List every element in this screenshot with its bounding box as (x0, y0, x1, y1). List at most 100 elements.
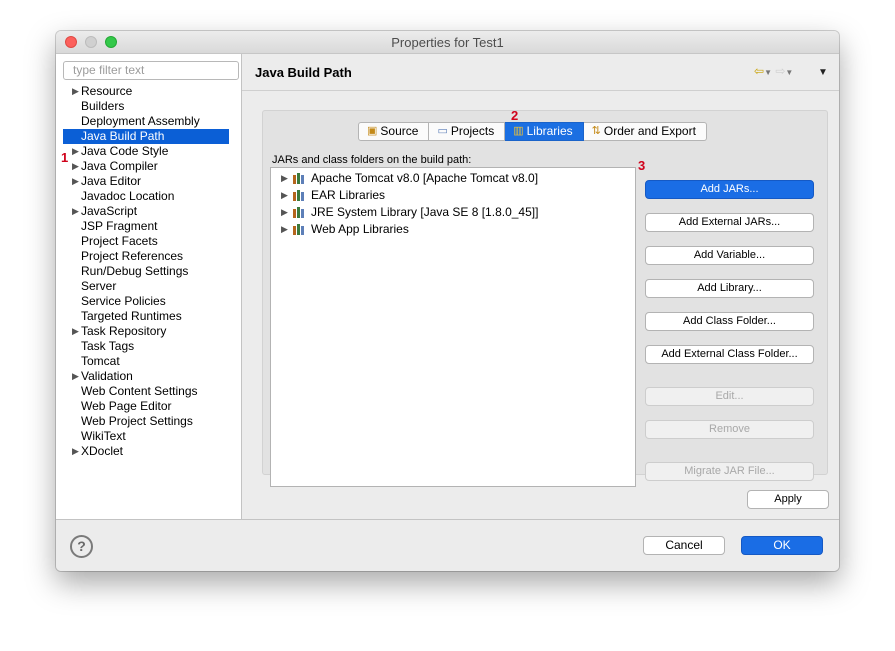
library-label: JRE System Library [Java SE 8 [1.8.0_45]… (311, 205, 539, 219)
ok-button[interactable]: OK (741, 536, 823, 555)
help-icon[interactable]: ? (70, 535, 93, 558)
annotation-step-3: 3 (638, 158, 646, 173)
add-external-class-folder-button[interactable]: Add External Class Folder... (645, 345, 814, 364)
apply-button[interactable]: Apply (747, 490, 829, 509)
expand-triangle-icon[interactable]: ▶ (281, 204, 289, 221)
sidebar-item[interactable]: Task Tags (56, 339, 241, 354)
sidebar-item-label: WikiText (81, 429, 126, 443)
add-jars-button[interactable]: Add JARs... (645, 180, 814, 199)
tab-source[interactable]: ▣ Source (358, 122, 430, 141)
source-folder-icon: ▣ (367, 125, 378, 137)
sidebar-item[interactable]: ▶ XDoclet (56, 444, 241, 459)
property-page-content: Java Build Path ⇦▼ ⇨▼ ▼ 2 ▣ Source ▭ Pro… (242, 54, 839, 519)
window-title: Properties for Test1 (391, 35, 504, 50)
back-arrow-icon[interactable]: ⇦ (754, 64, 764, 78)
sidebar-item[interactable]: Javadoc Location (56, 189, 241, 204)
edit-button[interactable]: Edit... (645, 387, 814, 406)
property-pages-tree: ▶ Resource Builders Deployment Assembly Java… (56, 84, 241, 459)
expand-triangle-icon[interactable]: ▶ (72, 369, 79, 384)
add-library-button[interactable]: Add Library... (645, 279, 814, 298)
tab-projects[interactable]: ▭ Projects (429, 122, 506, 141)
expand-triangle-icon[interactable]: ▶ (72, 144, 79, 159)
sidebar-item[interactable]: ▶ Task Repository (56, 324, 241, 339)
sidebar-item-label: Java Code Style (81, 144, 169, 158)
library-icon (293, 190, 305, 201)
title-bar: Properties for Test1 (56, 31, 839, 54)
expand-triangle-icon[interactable]: ▶ (281, 170, 289, 187)
library-entry[interactable]: ▶ Web App Libraries (271, 221, 635, 238)
sidebar-item-label: Validation (81, 369, 133, 383)
library-label: EAR Libraries (311, 188, 386, 202)
library-icon (293, 224, 305, 235)
tab-libraries[interactable]: ▥ Libraries (505, 122, 584, 141)
sidebar-item[interactable]: Project Facets (56, 234, 241, 249)
sidebar-item[interactable]: Tomcat (56, 354, 241, 369)
sidebar-item-label: Java Build Path (81, 129, 165, 143)
sidebar-item[interactable]: ▶ Resource (56, 84, 241, 99)
build-path-list-label: JARs and class folders on the build path… (272, 154, 472, 166)
add-class-folder-button[interactable]: Add Class Folder... (645, 312, 814, 331)
sidebar-item[interactable]: ▶ JavaScript (56, 204, 241, 219)
sidebar-item[interactable]: Targeted Runtimes (56, 309, 241, 324)
remove-button[interactable]: Remove (645, 420, 814, 439)
expand-triangle-icon[interactable]: ▶ (72, 174, 79, 189)
tab-order-and-export[interactable]: ⇅ Order and Export (583, 122, 707, 141)
back-dropdown-icon[interactable]: ▼ (764, 68, 772, 77)
tab-label: Libraries (526, 124, 573, 138)
sidebar-item-label: Targeted Runtimes (81, 309, 182, 323)
view-menu-icon[interactable]: ▼ (818, 67, 828, 78)
sidebar-item-label: Javadoc Location (81, 189, 175, 203)
sidebar-item[interactable]: Web Content Settings (56, 384, 241, 399)
tab-label: Projects (450, 124, 495, 138)
sidebar-item[interactable]: Web Page Editor (56, 399, 241, 414)
add-variable-button[interactable]: Add Variable... (645, 246, 814, 265)
sidebar-item[interactable]: ▶ Validation (56, 369, 241, 384)
expand-triangle-icon[interactable]: ▶ (72, 444, 79, 459)
sidebar-item-label: Tomcat (81, 354, 120, 368)
sidebar-item[interactable]: Project References (56, 249, 241, 264)
sidebar-item-label: Java Editor (81, 174, 142, 188)
sidebar-item[interactable]: WikiText (56, 429, 241, 444)
sidebar-item[interactable]: JSP Fragment (56, 219, 241, 234)
sidebar-item-label: Resource (81, 84, 133, 98)
sidebar-item[interactable]: Deployment Assembly (56, 114, 241, 129)
expand-triangle-icon[interactable]: ▶ (72, 84, 79, 99)
sidebar-item-label: JavaScript (81, 204, 138, 218)
expand-triangle-icon[interactable]: ▶ (72, 159, 79, 174)
expand-triangle-icon[interactable]: ▶ (72, 204, 79, 219)
library-entry[interactable]: ▶ EAR Libraries (271, 187, 635, 204)
sidebar-item-label: Project Facets (81, 234, 158, 248)
sidebar-item[interactable]: ▶ Java Code Style (56, 144, 241, 159)
sidebar-item[interactable]: Web Project Settings (56, 414, 241, 429)
expand-triangle-icon[interactable]: ▶ (281, 187, 289, 204)
sidebar-item[interactable]: Java Build Path (63, 129, 229, 144)
sidebar-item-label: Service Policies (81, 294, 166, 308)
sidebar-item-label: Project References (81, 249, 184, 263)
sidebar-item[interactable]: Run/Debug Settings (56, 264, 241, 279)
sidebar-item[interactable]: ▶ Java Compiler (56, 159, 241, 174)
page-title: Java Build Path (255, 65, 352, 80)
sidebar-item[interactable]: Service Policies (56, 294, 241, 309)
cancel-button[interactable]: Cancel (643, 536, 725, 555)
filter-input[interactable]: type filter text (63, 61, 239, 80)
expand-triangle-icon[interactable]: ▶ (72, 324, 79, 339)
library-entry[interactable]: ▶ Apache Tomcat v8.0 [Apache Tomcat v8.0] (271, 170, 635, 187)
sidebar-item-label: Deployment Assembly (81, 114, 200, 128)
build-path-library-list[interactable]: ▶ Apache Tomcat v8.0 [Apache Tomcat v8.0]… (270, 167, 636, 487)
add-external-jars-button[interactable]: Add External JARs... (645, 213, 814, 232)
sidebar-item[interactable]: Builders (56, 99, 241, 114)
sidebar-item[interactable]: Server (56, 279, 241, 294)
annotation-step-1: 1 (61, 150, 69, 165)
sidebar-item-label: Server (81, 279, 117, 293)
folder-icon: ▭ (437, 125, 448, 137)
forward-dropdown-icon[interactable]: ▼ (785, 68, 793, 77)
library-icon (293, 173, 305, 184)
sidebar-item-label: Web Content Settings (81, 384, 198, 398)
forward-arrow-icon[interactable]: ⇨ (775, 64, 785, 78)
sidebar-item[interactable]: ▶ Java Editor (56, 174, 241, 189)
library-entry[interactable]: ▶ JRE System Library [Java SE 8 [1.8.0_45… (271, 204, 635, 221)
sidebar-item-label: Task Repository (81, 324, 167, 338)
expand-triangle-icon[interactable]: ▶ (281, 221, 289, 238)
sidebar-item-label: Java Compiler (81, 159, 158, 173)
migrate-jar-file-button[interactable]: Migrate JAR File... (645, 462, 814, 481)
